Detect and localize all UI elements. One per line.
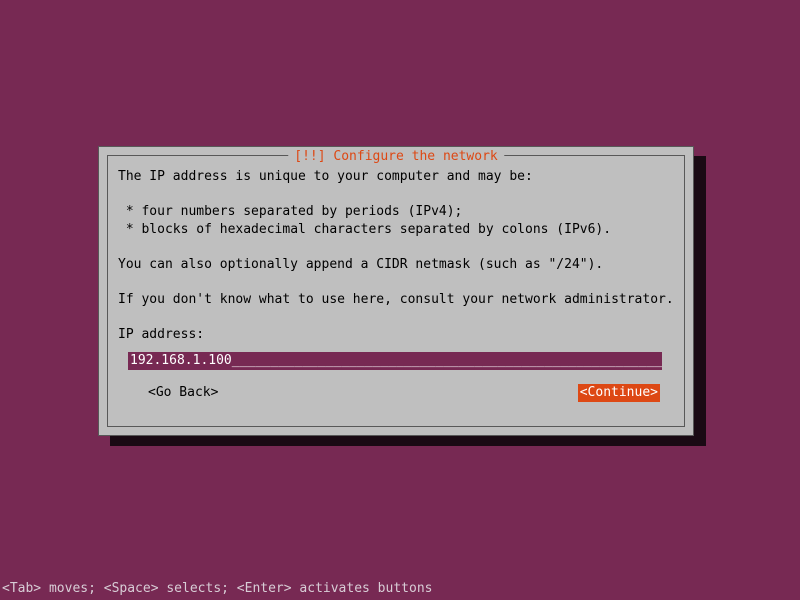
ip-address-label: IP address:: [118, 326, 674, 344]
configure-network-dialog: [!!] Configure the network The IP addres…: [98, 146, 694, 436]
ip-address-input[interactable]: 192.168.1.100___________________________…: [128, 352, 662, 370]
cidr-line: You can also optionally append a CIDR ne…: [118, 256, 674, 274]
dialog-border: [!!] Configure the network The IP addres…: [107, 155, 685, 427]
ip-address-value: 192.168.1.100: [130, 353, 240, 368]
footer-hint: <Tab> moves; <Space> selects; <Enter> ac…: [2, 580, 432, 598]
dialog-body: The IP address is unique to your compute…: [118, 168, 674, 416]
blank: [118, 273, 674, 291]
blank: [118, 308, 674, 326]
consult-line: If you don't know what to use here, cons…: [118, 291, 674, 309]
continue-button[interactable]: <Continue>: [578, 384, 660, 402]
dialog-title: [!!] Configure the network: [288, 148, 504, 166]
go-back-button[interactable]: <Go Back>: [148, 384, 218, 402]
intro-line: The IP address is unique to your compute…: [118, 168, 674, 186]
blank: [118, 238, 674, 256]
button-row: <Go Back> <Continue>: [148, 384, 660, 402]
blank: [118, 186, 674, 204]
bullet-ipv4: * four numbers separated by periods (IPv…: [118, 203, 674, 221]
input-fill: ________________________________________…: [240, 353, 662, 368]
bullet-ipv6: * blocks of hexadecimal characters separ…: [118, 221, 674, 239]
